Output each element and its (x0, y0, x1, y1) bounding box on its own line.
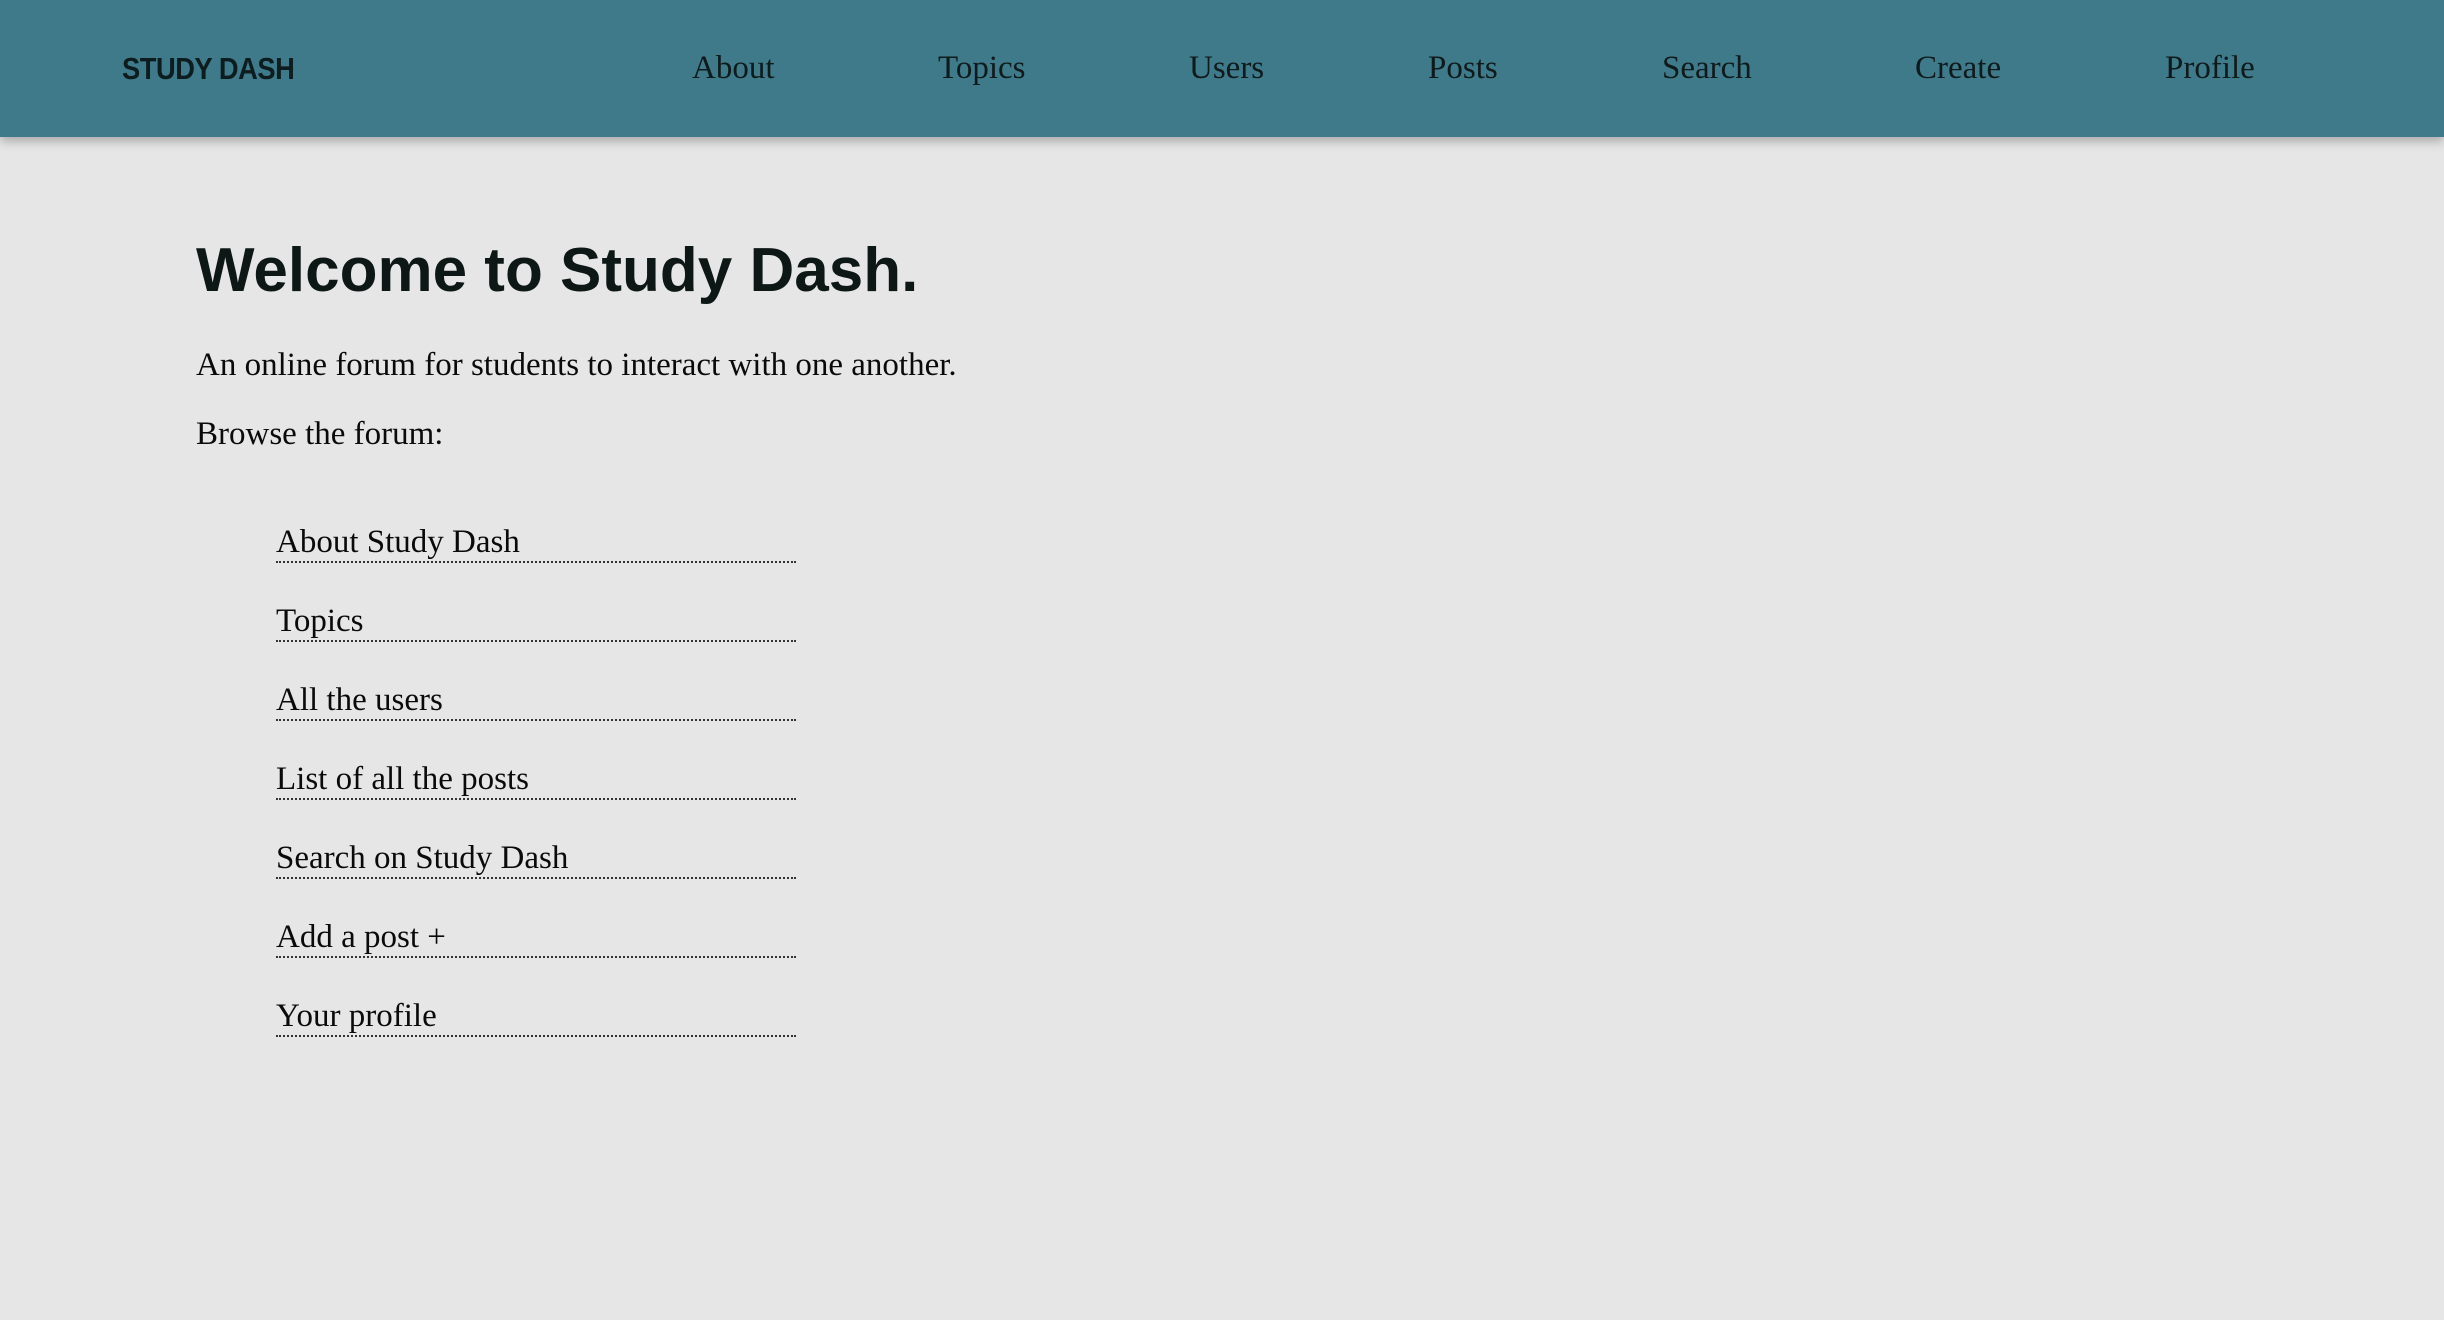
nav-link-profile[interactable]: Profile (2165, 0, 2255, 137)
link-your-profile[interactable]: Your profile (276, 997, 796, 1037)
nav-link-users[interactable]: Users (1189, 0, 1264, 137)
link-all-posts[interactable]: List of all the posts (276, 760, 796, 800)
site-description: An online forum for students to interact… (196, 347, 957, 383)
top-navigation-bar: STUDY DASH About Topics Users Posts Sear… (0, 0, 2444, 137)
site-logo[interactable]: STUDY DASH (122, 0, 295, 137)
nav-link-search[interactable]: Search (1662, 0, 1752, 137)
link-add-post[interactable]: Add a post + (276, 918, 796, 958)
link-all-users[interactable]: All the users (276, 681, 796, 721)
nav-link-posts[interactable]: Posts (1428, 0, 1498, 137)
nav-link-topics[interactable]: Topics (938, 0, 1026, 137)
browse-label: Browse the forum: (196, 416, 444, 452)
link-topics[interactable]: Topics (276, 602, 796, 642)
link-search[interactable]: Search on Study Dash (276, 839, 796, 879)
page-title: Welcome to Study Dash. (196, 236, 919, 305)
nav-link-about[interactable]: About (692, 0, 775, 137)
nav-link-create[interactable]: Create (1915, 0, 2001, 137)
link-about-study-dash[interactable]: About Study Dash (276, 523, 796, 563)
